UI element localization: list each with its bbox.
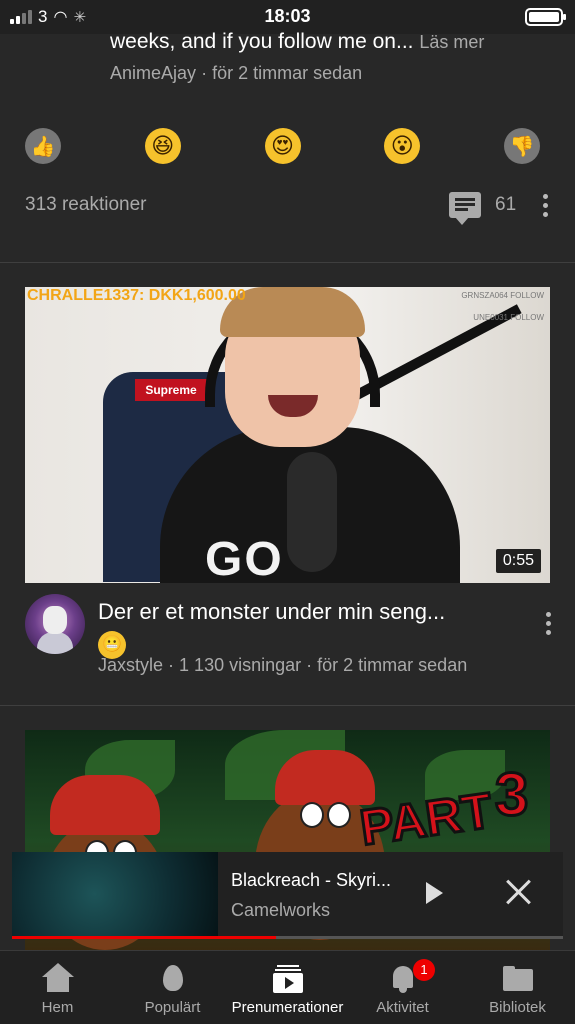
video-meta: Jaxstyle · 1 130 visningar · för 2 timma… bbox=[98, 655, 467, 676]
read-more-link[interactable]: Läs mer bbox=[419, 32, 484, 52]
heart-eyes-emoji-icon[interactable]: 😍 bbox=[264, 128, 301, 164]
thumb2-diddy-cap bbox=[50, 775, 160, 835]
nav-label-library: Bibliotek bbox=[489, 999, 546, 1016]
thumb-microphone bbox=[287, 452, 337, 572]
surprised-emoji-icon[interactable]: 😮 bbox=[384, 128, 421, 164]
nav-label-activity: Aktivitet bbox=[376, 999, 429, 1016]
subscriptions-icon bbox=[271, 963, 305, 995]
divider bbox=[0, 262, 575, 263]
play-icon[interactable] bbox=[426, 882, 443, 904]
mini-player-thumbnail[interactable] bbox=[12, 852, 218, 936]
home-icon bbox=[41, 963, 75, 995]
meta-separator: · bbox=[306, 655, 318, 675]
video-views: 1 130 visningar bbox=[179, 655, 302, 675]
video-more-icon[interactable] bbox=[538, 612, 558, 635]
post-channel[interactable]: AnimeAjay bbox=[110, 63, 196, 83]
post-stats: 313 reaktioner 61 bbox=[25, 192, 555, 225]
nav-item-trending[interactable]: Populärt bbox=[115, 951, 230, 1024]
post-body: weeks, and if you follow me on... bbox=[110, 30, 414, 53]
thumb-chair-text: Supreme bbox=[135, 379, 207, 401]
thumb-follow-1: UNE0031 FOLLOW bbox=[473, 313, 544, 322]
video-age: för 2 timmar sedan bbox=[317, 655, 468, 675]
dislike-icon[interactable]: 👎 bbox=[504, 128, 540, 164]
battery-icon bbox=[525, 8, 566, 26]
status-bar: 3 ◠ ✳ 18:03 bbox=[0, 0, 575, 34]
nav-item-home[interactable]: Hem bbox=[0, 951, 115, 1024]
thumb-shirt-text: GO bbox=[205, 533, 284, 583]
mini-player-title[interactable]: Blackreach - Skyri... bbox=[231, 870, 391, 891]
post-meta: AnimeAjay · för 2 timmar sedan bbox=[110, 63, 362, 84]
post-text: weeks, and if you follow me on... Läs me… bbox=[110, 30, 550, 54]
reaction-count[interactable]: 313 reaktioner bbox=[25, 194, 449, 216]
reaction-bar: 👍 😆 😍 😮 👎 bbox=[25, 128, 540, 164]
meta-separator: · bbox=[201, 63, 213, 83]
nav-item-subscriptions[interactable]: Prenumerationer bbox=[230, 951, 345, 1024]
video-title-text: Der er et monster under min seng... bbox=[98, 599, 446, 624]
post-more-icon[interactable] bbox=[535, 193, 555, 217]
channel-avatar[interactable] bbox=[25, 594, 85, 654]
mini-player[interactable]: Blackreach - Skyri... Camelworks bbox=[12, 852, 563, 939]
comment-count[interactable]: 61 bbox=[495, 194, 535, 216]
fire-icon bbox=[156, 963, 190, 995]
notification-badge: 1 bbox=[413, 959, 435, 981]
nav-label-trending: Populärt bbox=[144, 999, 201, 1016]
mini-player-progress-fill bbox=[12, 936, 277, 939]
video-thumbnail[interactable]: Supreme GO CHRALLE1337: DKK1,600.00 GRNS… bbox=[25, 287, 550, 583]
divider bbox=[0, 705, 575, 706]
nav-item-library[interactable]: Bibliotek bbox=[460, 951, 575, 1024]
thumb2-number: 3 bbox=[493, 760, 529, 830]
mini-player-channel: Camelworks bbox=[231, 900, 331, 920]
nav-item-activity[interactable]: Aktivitet bbox=[345, 951, 460, 1024]
mini-player-progress bbox=[12, 936, 563, 939]
comment-icon[interactable] bbox=[449, 192, 481, 225]
meta-separator: · bbox=[168, 655, 180, 675]
video-channel[interactable]: Jaxstyle bbox=[98, 655, 163, 675]
thumb-banner: CHRALLE1337: DKK1,600.00 bbox=[27, 287, 246, 304]
duration-badge: 0:55 bbox=[495, 549, 541, 573]
like-icon[interactable]: 👍 bbox=[25, 128, 61, 164]
close-icon[interactable] bbox=[505, 878, 533, 906]
status-time: 18:03 bbox=[264, 6, 311, 26]
bottom-nav: Hem Populärt Prenumerationer Aktivitet B… bbox=[0, 950, 575, 1024]
post-age: för 2 timmar sedan bbox=[212, 63, 363, 83]
laugh-emoji-icon[interactable]: 😆 bbox=[144, 128, 181, 164]
nav-label-subscriptions: Prenumerationer bbox=[231, 999, 344, 1016]
nav-label-home: Hem bbox=[41, 999, 74, 1016]
thumb2-dixie-cap bbox=[275, 750, 375, 805]
folder-icon bbox=[501, 963, 535, 995]
thumb2-part-text: PART bbox=[355, 781, 497, 858]
video-title[interactable]: Der er et monster under min seng... 😬 bbox=[98, 597, 508, 659]
thumb-follow-2: GRNSZA064 FOLLOW bbox=[461, 291, 544, 300]
